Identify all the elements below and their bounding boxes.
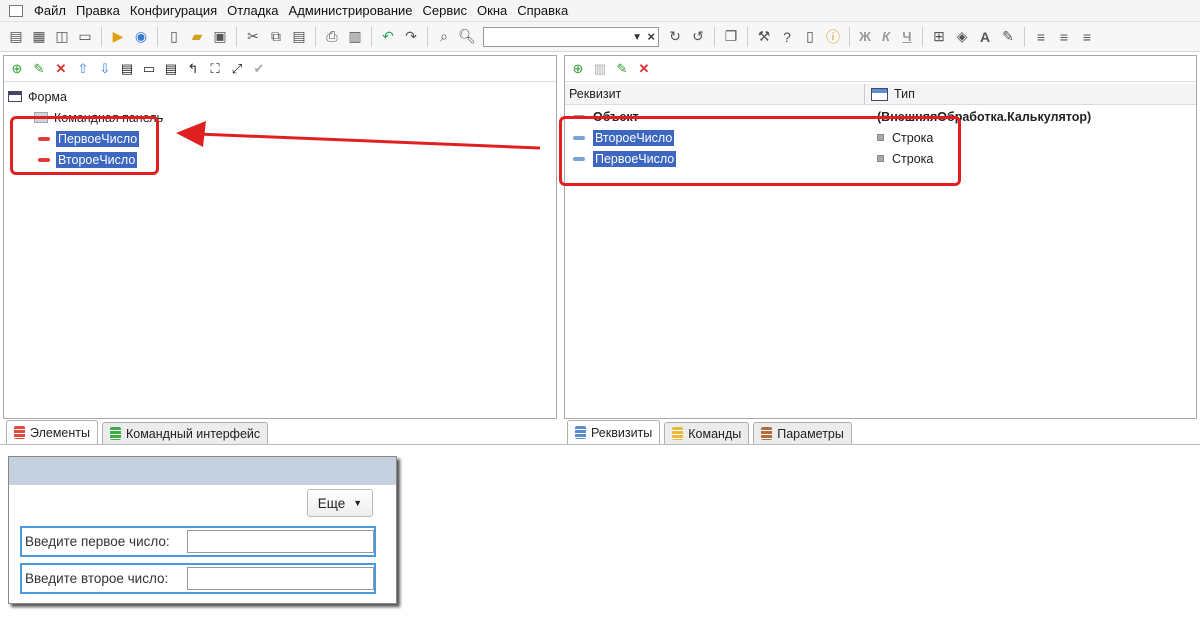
annotation-arrow (176, 121, 541, 150)
